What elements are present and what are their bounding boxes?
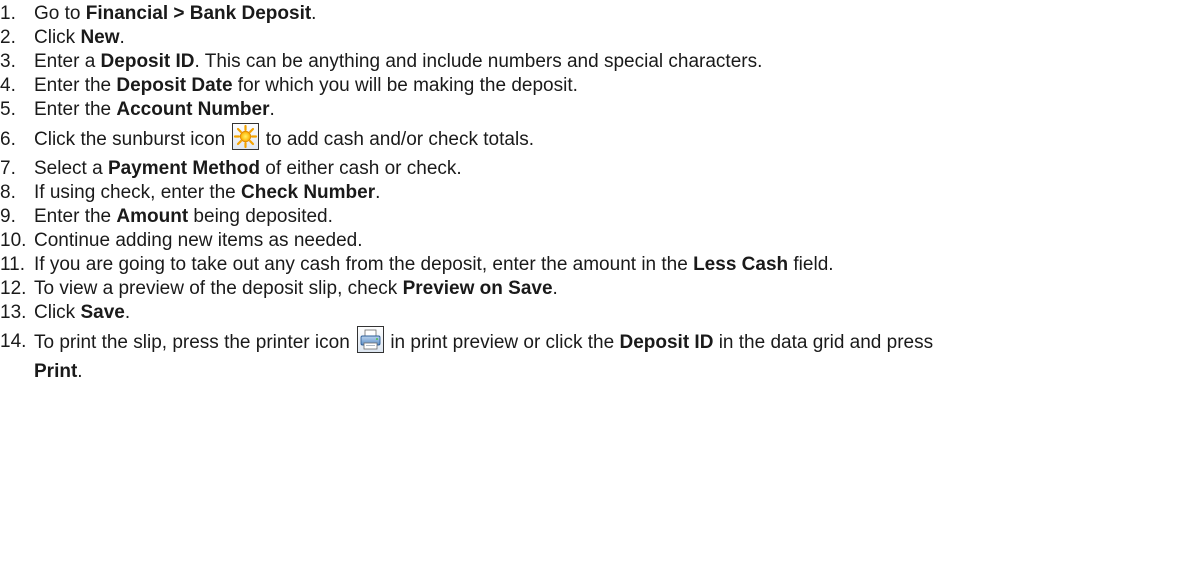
step-number: 4. <box>0 75 16 96</box>
step-text: in print preview or click the <box>385 332 620 353</box>
step-text: . This can be anything and include numbe… <box>194 51 763 72</box>
instructions-document: 1. Go to Financial > Bank Deposit. 2. Cl… <box>0 0 1192 564</box>
step-10: 10. Continue adding new items as needed. <box>0 229 1192 253</box>
step-number: 6. <box>0 129 16 150</box>
step-text: To view a preview of the deposit slip, c… <box>34 278 403 299</box>
step-emphasis: Deposit ID <box>100 51 195 72</box>
step-text: Select a <box>34 158 108 179</box>
step-text: . <box>552 278 558 299</box>
step-text: . <box>311 3 317 24</box>
step-emphasis: Check Number <box>241 182 376 203</box>
step-text: Enter the <box>34 99 117 120</box>
step-emphasis: Save <box>80 302 125 323</box>
step-text: If you are going to take out any cash fr… <box>34 254 694 275</box>
step-text: Click the sunburst icon <box>34 129 231 150</box>
step-text: Click <box>34 27 81 48</box>
step-number: 12. <box>0 278 27 299</box>
step-text: . <box>119 27 125 48</box>
step-text: Continue adding new items as needed. <box>34 230 363 251</box>
step-emphasis: Deposit Date <box>116 75 233 96</box>
steps-list: 1. Go to Financial > Bank Deposit. 2. Cl… <box>0 2 1192 384</box>
printer-icon <box>357 326 385 353</box>
step-text: . <box>77 361 83 382</box>
step-emphasis: Financial > Bank Deposit <box>85 3 312 24</box>
step-2: 2. Click New. <box>0 26 1192 50</box>
step-text: being deposited. <box>188 206 333 227</box>
step-9: 9. Enter the Amount being deposited. <box>0 205 1192 229</box>
step-3: 3. Enter a Deposit ID. This can be anyth… <box>0 50 1192 74</box>
step-number: 11. <box>0 254 26 275</box>
step-number: 1. <box>0 3 16 24</box>
step-text: Go to <box>34 3 86 24</box>
step-number: 10. <box>0 230 27 251</box>
step-number: 7. <box>0 158 16 179</box>
step-text: of either cash or check. <box>259 158 462 179</box>
step-text: If using check, enter the <box>34 182 242 203</box>
step-7: 7. Select a Payment Method of either cas… <box>0 157 1192 181</box>
step-number: 8. <box>0 182 16 203</box>
step-6: 6. Click the sunburst icon to add cash a… <box>0 122 1192 157</box>
step-text: Click <box>34 302 81 323</box>
step-text: . <box>124 302 131 323</box>
sunburst-icon <box>232 123 260 150</box>
step-14: 14. To print the slip, press the printer… <box>0 325 1154 384</box>
step-12: 12. To view a preview of the deposit sli… <box>0 277 1192 301</box>
step-number: 13. <box>0 302 27 323</box>
step-text: . <box>375 182 381 203</box>
step-emphasis: Less Cash <box>693 254 789 275</box>
step-emphasis: Account Number <box>116 99 270 120</box>
step-5: 5. Enter the Account Number. <box>0 98 1192 122</box>
step-number: 5. <box>0 99 16 120</box>
step-number: 14. <box>0 331 27 352</box>
step-first-line: To print the slip, press the printer ico… <box>34 325 1154 360</box>
step-text: field. <box>788 254 834 275</box>
step-1: 1. Go to Financial > Bank Deposit. <box>0 2 1192 26</box>
step-emphasis: Payment Method <box>107 158 260 179</box>
step-11: 11. If you are going to take out any cas… <box>0 253 1192 277</box>
step-emphasis: Print <box>34 361 78 382</box>
step-text: for which you will be making the deposit… <box>232 75 578 96</box>
step-emphasis: New <box>80 27 120 48</box>
step-emphasis: Deposit ID <box>619 332 714 353</box>
step-text: Enter the <box>34 75 117 96</box>
step-number: 9. <box>0 206 16 227</box>
step-emphasis: Preview on Save <box>402 278 553 299</box>
step-text: to add cash and/or check totals. <box>260 129 534 150</box>
step-number: 2. <box>0 27 16 48</box>
step-number: 3. <box>0 51 16 72</box>
step-text: in the data grid and press <box>713 332 934 353</box>
step-text: Enter a <box>34 51 101 72</box>
step-8: 8. If using check, enter the Check Numbe… <box>0 181 1192 205</box>
step-text: Enter the <box>34 206 117 227</box>
step-13: 13. Click Save. <box>0 301 1192 325</box>
step-text: . <box>269 99 275 120</box>
step-emphasis: Amount <box>116 206 189 227</box>
step-4: 4. Enter the Deposit Date for which you … <box>0 74 1192 98</box>
step-text: To print the slip, press the printer ico… <box>34 332 356 353</box>
